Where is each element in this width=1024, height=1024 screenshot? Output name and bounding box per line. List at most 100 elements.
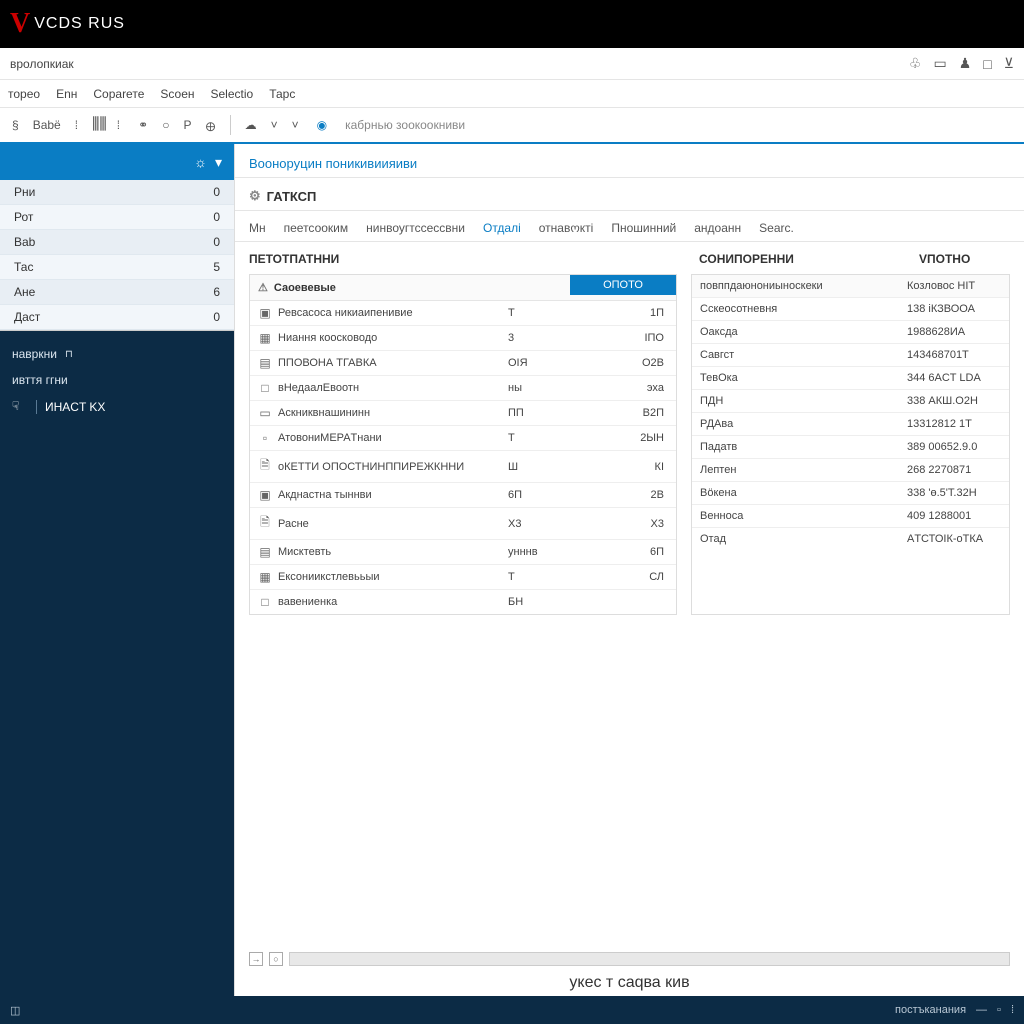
status-more-icon[interactable]: ⁞	[1011, 1004, 1014, 1016]
column-header: ПЕТОТПАТННИ	[249, 252, 679, 266]
horizontal-scrollbar[interactable]: → ○	[249, 952, 1010, 966]
table-row[interactable]: ▦Ниання коосководо3ІПО	[250, 326, 676, 351]
table-row[interactable]: Падатв389 00652.9.0	[692, 436, 1009, 459]
sidebar-dark-item[interactable]: ивття ггни	[12, 367, 222, 393]
tab[interactable]: отнавოкті	[539, 221, 594, 235]
status-minimize-icon[interactable]: —	[976, 1004, 987, 1016]
toolbar-action[interactable]: §	[8, 116, 23, 134]
table-row[interactable]: ▫АтовониМЕPAТнаниТ2ЫН	[250, 426, 676, 451]
tab[interactable]: пеетсооким	[284, 221, 349, 235]
cart-icon[interactable]: ⊻	[1004, 55, 1014, 72]
status-text: постъканания	[895, 1004, 966, 1016]
tab[interactable]: андоанн	[694, 221, 741, 235]
tab[interactable]: Sеаrс.	[759, 221, 794, 235]
table-row[interactable]: ▭АскниквнашининнППВ2П	[250, 401, 676, 426]
panel-left: ⚠ Саоевевые ОПОТО ▣Ревсaсосa никиаипенив…	[249, 274, 677, 615]
warning-icon: ⚠	[258, 281, 268, 294]
panel-title: ⚙ ГАТКСП	[249, 188, 316, 204]
sidebar-item[interactable]: Ваb0	[0, 230, 234, 255]
chevron-down-icon[interactable]: ▾	[215, 154, 222, 171]
toolbar-label[interactable]: Bаbё	[29, 116, 65, 134]
toolbar-divider-icon: ⁞	[113, 116, 124, 134]
action-button[interactable]: ОПОТО	[570, 275, 676, 295]
table-row[interactable]: ▦ЕксониикстлевььыиТСЛ	[250, 565, 676, 590]
panel-right: повппдаюнониыноскекиКозловос HITСскеосот…	[691, 274, 1010, 615]
settings-icon[interactable]: □	[983, 56, 991, 72]
sidebar-group-label: навркни⊓	[12, 341, 222, 367]
table-row[interactable]: Cавгст143468701Т	[692, 344, 1009, 367]
table-row[interactable]: Сскеосотневня138 іКЗВООА	[692, 298, 1009, 321]
sidebar-item[interactable]: Даст0	[0, 305, 234, 330]
logo-text: VCDS RUS	[34, 15, 125, 33]
link-icon[interactable]: ⚭	[134, 116, 152, 134]
sidebar-item[interactable]: Рот0	[0, 205, 234, 230]
table-row[interactable]: 🗎РаснеХ3Х3	[250, 508, 676, 540]
tab[interactable]: Мн	[249, 221, 266, 235]
table-row[interactable]: 🗎оКЕТТИ ОПОСТНИНППИРЕЖКННИШКІ	[250, 451, 676, 483]
table-row[interactable]: РДАва13312812 1Т	[692, 413, 1009, 436]
table-row[interactable]: повппдаюнониыноскекиКозловос HIT	[692, 275, 1009, 298]
letter-icon[interactable]: Р	[179, 116, 195, 134]
table-row[interactable]: □вНедаалЕвοотнныэхa	[250, 376, 676, 401]
barcode-icon[interactable]: ⫼⫼	[92, 116, 107, 134]
user-actions: ♧ ▭ ♟ □ ⊻	[909, 55, 1014, 72]
logo-icon: V	[10, 8, 30, 40]
table-row[interactable]: ▣Акднастна тыннви6П2В	[250, 483, 676, 508]
menu-item[interactable]: Sеlectіо	[211, 87, 254, 101]
hand-icon: ☟	[12, 399, 28, 415]
table-row[interactable]: Böкена338 'ө.5'T.32Н	[692, 482, 1009, 505]
menu-item[interactable]: Тарс	[269, 87, 295, 101]
row-icon: 🗎	[258, 513, 272, 534]
cloud-icon[interactable]: ☁	[241, 116, 261, 134]
tab[interactable]: Пношинний	[611, 221, 676, 235]
row-icon: □	[258, 381, 272, 395]
user-icon[interactable]: ♟	[959, 55, 972, 72]
sync-icon[interactable]: ☼	[194, 154, 207, 170]
column-header: VПОТНО	[919, 252, 1024, 266]
breadcrumb-bar: вролопкиак ♧ ▭ ♟ □ ⊻	[0, 48, 1024, 80]
scroll-track[interactable]	[289, 952, 1010, 966]
table-row[interactable]: Венноса409 1288001	[692, 505, 1009, 528]
circle-icon[interactable]: ○	[158, 116, 173, 134]
target-icon[interactable]: ◉	[313, 116, 331, 134]
table-row[interactable]: ПДН338 АКШ.О2Н	[692, 390, 1009, 413]
scroll-handle-icon[interactable]: ○	[269, 952, 283, 966]
panel-left-header: ⚠ Саоевевые ОПОТО	[250, 275, 676, 301]
row-icon: ▣	[258, 488, 272, 502]
gear-icon: ⚙	[249, 188, 261, 204]
sidebar-item[interactable]: Тас5	[0, 255, 234, 280]
workspace: ☼ ▾ Рни0Рот0Ваb0Тас5Ане6Даст0 навркни⊓ и…	[0, 144, 1024, 996]
sidebar-item[interactable]: Рни0	[0, 180, 234, 205]
tab[interactable]: Отдалі	[483, 221, 521, 235]
window-icon[interactable]: ▭	[933, 55, 946, 72]
table-row[interactable]: □вавениенкаБН	[250, 590, 676, 614]
table-row[interactable]: Оаксда1988628ИА	[692, 321, 1009, 344]
sidebar-dark-item-selected[interactable]: ☟ ИНАCT KX	[12, 393, 222, 421]
statusbar: ◫ постъканания — ▫ ⁞	[0, 996, 1024, 1024]
column-header: СОНИПОРЕННИ	[699, 252, 899, 266]
chevron-down-icon[interactable]: ˅	[288, 116, 303, 134]
menu-item[interactable]: Sсоен	[160, 87, 194, 101]
status-box-icon[interactable]: ▫	[997, 1004, 1001, 1016]
tab[interactable]: нинвоугтссессвни	[366, 221, 465, 235]
scroll-left-icon[interactable]: →	[249, 952, 263, 966]
sidebar-item[interactable]: Ане6	[0, 280, 234, 305]
table-row[interactable]: ОтадAТСТОІК-оТКА	[692, 528, 1009, 550]
table-row[interactable]: ▣Ревсaсосa никиаипенивиеТ1П	[250, 301, 676, 326]
bell-icon[interactable]: ♧	[909, 55, 922, 72]
menubar: торео Enн Сораrете Sсоен Sеlectіо Тарс	[0, 80, 1024, 108]
chevron-down-icon[interactable]: ˅	[267, 116, 282, 134]
row-icon: ▤	[258, 356, 272, 370]
table-row[interactable]: ▤Мисктевтьунннв6П	[250, 540, 676, 565]
table-row[interactable]: ▤ППОВОНА ТГАВКАОІЯО2В	[250, 351, 676, 376]
status-left-icon[interactable]: ◫	[10, 1004, 20, 1017]
row-icon: ▦	[258, 331, 272, 345]
toolbar-divider-icon: ⁞	[71, 116, 82, 134]
sidebar: ☼ ▾ Рни0Рот0Ваb0Тас5Ане6Даст0 навркни⊓ и…	[0, 144, 235, 996]
menu-item[interactable]: торео	[8, 87, 40, 101]
menu-item[interactable]: Enн	[56, 87, 77, 101]
table-row[interactable]: ТевОка344 6ACT LDА	[692, 367, 1009, 390]
menu-item[interactable]: Сораrете	[93, 87, 144, 101]
table-row[interactable]: Лептен268 2270871	[692, 459, 1009, 482]
globe-icon[interactable]: 🜨	[201, 111, 219, 140]
